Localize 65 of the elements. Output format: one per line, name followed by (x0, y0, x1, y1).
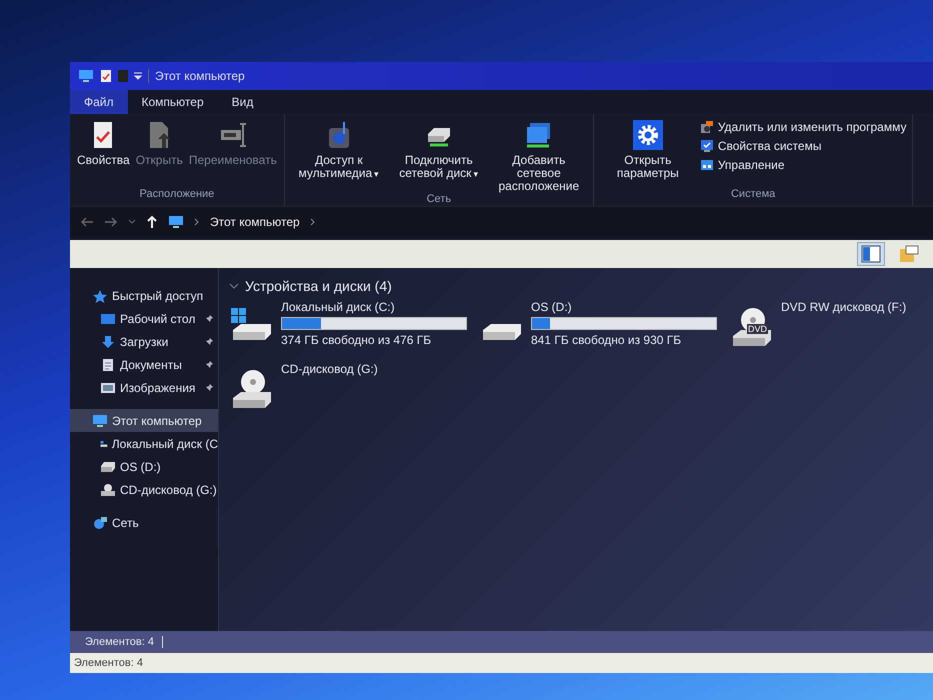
document-icon (100, 358, 116, 372)
cd-drive-icon (100, 482, 116, 496)
sidebar-item[interactable]: OS (D:) (70, 455, 218, 478)
sidebar-item[interactable]: Рабочий стол (70, 307, 218, 330)
sidebar-item[interactable]: Загрузки (70, 330, 218, 353)
drive-name[interactable]: DVD RW дисковод (F:) (781, 300, 906, 314)
document-check-icon[interactable] (100, 69, 112, 83)
drive-name[interactable]: Локальный диск (C:) (281, 300, 467, 314)
up-arrow-icon[interactable] (146, 215, 158, 229)
pin-icon[interactable] (204, 360, 214, 370)
ribbon-button[interactable]: Удалить или изменить программу (698, 120, 908, 134)
free-space-text: 374 ГБ свободно из 476 ГБ (281, 333, 432, 347)
menu-tab[interactable]: Файл (70, 90, 128, 114)
program-icon (700, 120, 714, 134)
group-label: Расположение (138, 188, 216, 202)
menu-tab[interactable]: Компьютер (128, 90, 218, 114)
group-label: Сеть (426, 193, 452, 207)
menu-tab[interactable]: Вид (218, 90, 268, 114)
chevron-down-icon[interactable] (128, 219, 136, 225)
sidebar-item[interactable]: Локальный диск (С (70, 432, 218, 455)
monitor-check-icon (700, 139, 714, 153)
network-icon (92, 516, 108, 530)
ribbon-button[interactable]: Подключить сетевой диск ▾ (388, 120, 489, 181)
ribbon-button[interactable]: Свойства системы (698, 139, 908, 153)
dropdown-icon[interactable] (134, 72, 142, 80)
ribbon-button[interactable]: Свойства (74, 120, 133, 167)
item-count: Элементов: 4 (74, 657, 143, 669)
monitor-icon (168, 215, 184, 229)
sidebar-item[interactable]: Быстрый доступ (70, 284, 218, 307)
free-space-text: 841 ГБ свободно из 930 ГБ (531, 333, 682, 347)
forward-icon[interactable] (104, 216, 118, 228)
ribbon-button[interactable]: Открыть параметры (598, 120, 698, 180)
section-title: Устройства и диски (4) (245, 278, 392, 294)
sidebar-item[interactable]: CD-дисковод (G:) (70, 478, 218, 501)
sidebar-item[interactable]: Этот компьютер (70, 409, 218, 432)
chevron-right-icon (194, 218, 200, 226)
picture-icon (100, 380, 116, 394)
drive-icon (100, 460, 116, 474)
collapse-chevron-icon[interactable] (229, 282, 239, 290)
back-icon[interactable] (80, 216, 94, 228)
ribbon-button[interactable]: Доступ к мультимедиа ▾ (288, 120, 389, 181)
chevron-right-icon[interactable] (310, 218, 316, 226)
download-icon (100, 334, 116, 348)
settings-icon (632, 120, 663, 150)
computer-icon (92, 414, 108, 428)
sidebar-item[interactable]: Изображения (70, 376, 218, 399)
pin-icon[interactable] (204, 336, 214, 346)
ribbon-button[interactable]: Управление (698, 158, 908, 172)
monitor-icon (78, 69, 94, 83)
toolbox-icon (700, 158, 714, 172)
star-icon (92, 288, 108, 302)
pin-icon[interactable] (204, 314, 214, 324)
disc-label: DVD (747, 324, 768, 334)
sidebar-item[interactable]: Сеть (70, 511, 218, 534)
drive-name[interactable]: OS (D:) (531, 300, 717, 314)
breadcrumb[interactable]: Этот компьютер (210, 215, 300, 229)
window-title: Этот компьютер (155, 69, 245, 83)
ribbon-button[interactable]: Добавить сетевое расположение (488, 120, 589, 193)
item-count: Элементов: 4 (85, 636, 154, 648)
preview-pane-button[interactable] (857, 242, 885, 266)
desktop-icon (100, 312, 116, 326)
group-label: Система (730, 188, 776, 202)
drive-name[interactable]: CD-дисковод (G:) (281, 362, 378, 376)
pin-icon[interactable] (204, 382, 214, 392)
sidebar-item[interactable]: Документы (70, 353, 218, 376)
